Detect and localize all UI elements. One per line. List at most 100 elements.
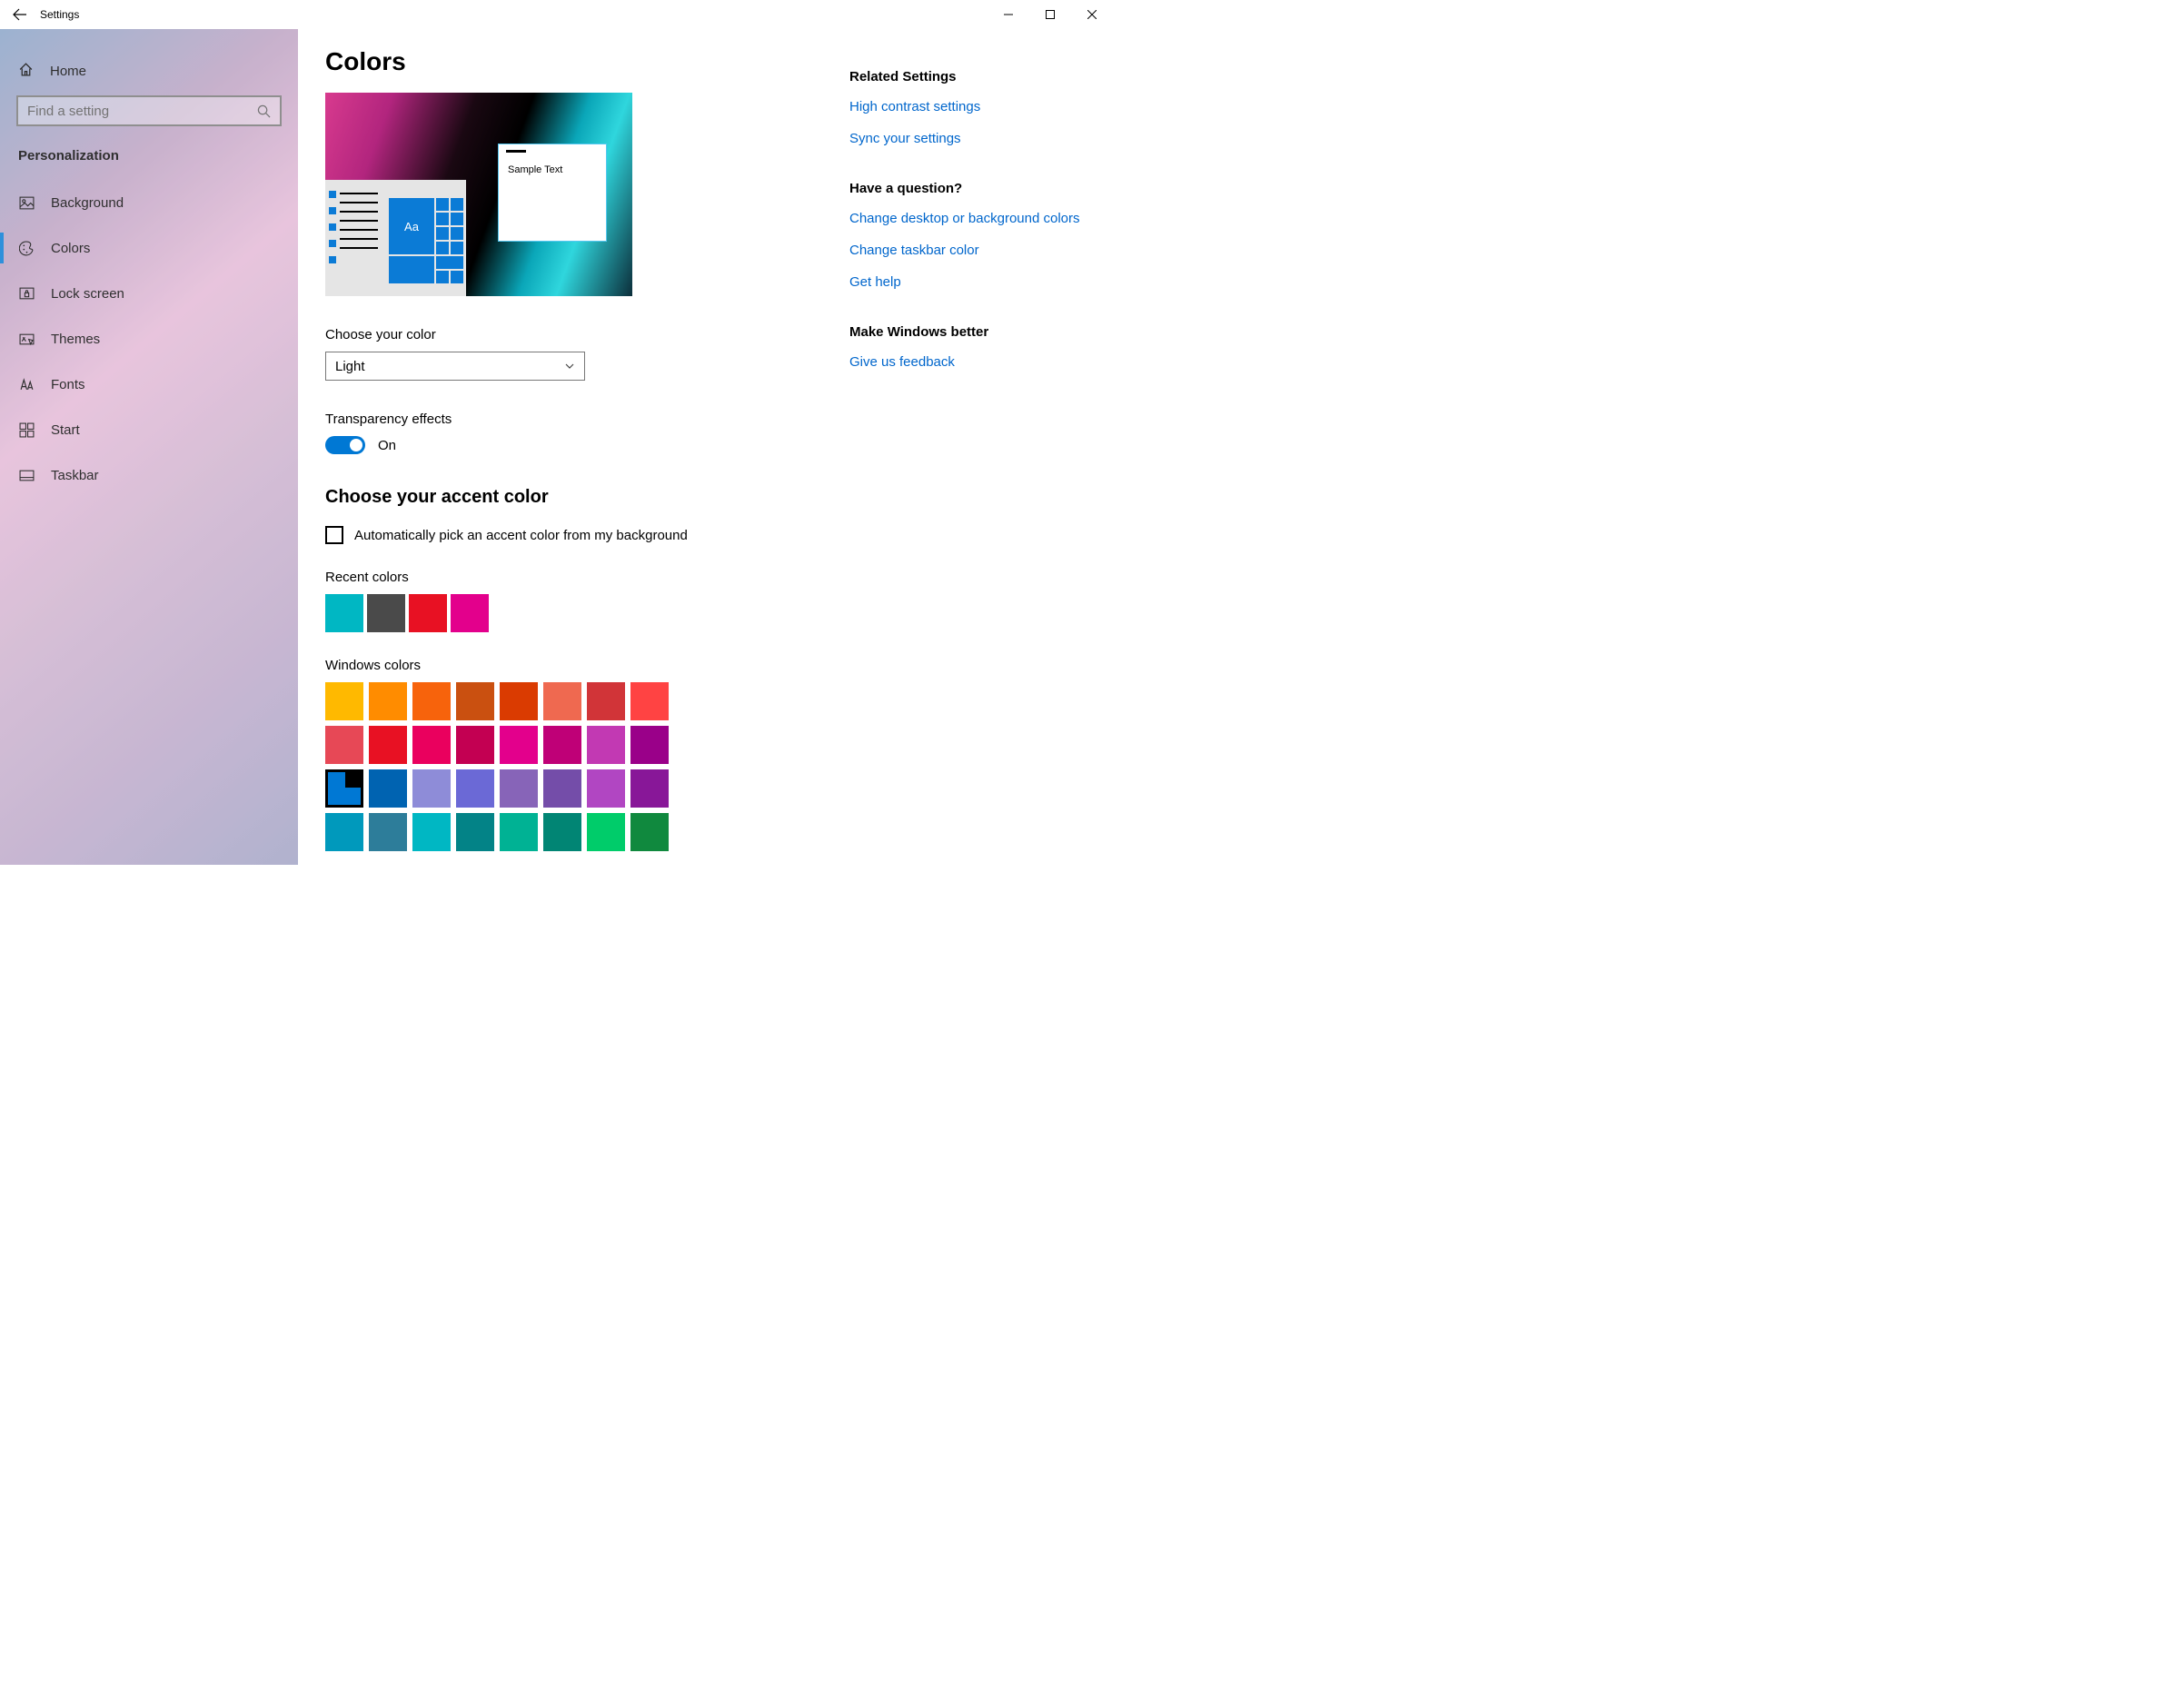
content: Colors Aa <box>325 47 831 865</box>
maximize-button[interactable] <box>1029 0 1071 29</box>
windows-color-swatch[interactable] <box>412 769 451 808</box>
sidebar-item-label: Background <box>51 195 124 211</box>
main: Colors Aa <box>298 29 1113 865</box>
windows-color-swatch[interactable] <box>543 726 581 764</box>
home-button[interactable]: Home <box>0 55 298 95</box>
windows-color-swatch[interactable] <box>587 726 625 764</box>
windows-color-swatch[interactable] <box>456 769 494 808</box>
titlebar: Settings <box>0 0 1113 29</box>
windows-color-swatch[interactable] <box>456 682 494 720</box>
windows-color-swatch[interactable] <box>369 682 407 720</box>
question-links: Change desktop or background colors Chang… <box>849 209 1086 292</box>
aside-link[interactable]: High contrast settings <box>849 97 1086 116</box>
home-label: Home <box>50 64 86 79</box>
transparency-toggle[interactable] <box>325 436 365 454</box>
related-settings-heading: Related Settings <box>849 69 1086 84</box>
transparency-label: Transparency effects <box>325 412 831 427</box>
preview-sample-text: Sample Text <box>508 164 562 175</box>
window-controls <box>988 0 1113 29</box>
windows-color-swatch[interactable] <box>369 769 407 808</box>
question-heading: Have a question? <box>849 181 1086 196</box>
windows-color-swatch[interactable] <box>500 813 538 851</box>
windows-color-swatch[interactable] <box>630 726 669 764</box>
nav-list: Background Colors Lock screen Themes Fonts St… <box>0 180 298 498</box>
lock-screen-icon <box>18 286 35 302</box>
image-icon <box>18 195 35 211</box>
recent-color-swatch[interactable] <box>409 594 447 632</box>
start-icon <box>18 422 35 438</box>
sidebar-item-colors[interactable]: Colors <box>0 225 298 271</box>
sidebar-item-themes[interactable]: Themes <box>0 316 298 362</box>
related-links: High contrast settings Sync your settings <box>849 97 1086 148</box>
sidebar: Home Personalization BackgroundColorsLoc… <box>0 29 298 865</box>
sidebar-item-start[interactable]: Start <box>0 407 298 452</box>
windows-colors-label: Windows colors <box>325 658 831 673</box>
minimize-button[interactable] <box>988 0 1029 29</box>
chevron-down-icon <box>564 361 575 372</box>
windows-color-swatch[interactable] <box>543 682 581 720</box>
windows-color-swatch[interactable] <box>500 769 538 808</box>
aside-link[interactable]: Give us feedback <box>849 352 1086 372</box>
choose-color-label: Choose your color <box>325 327 831 342</box>
aside-link[interactable]: Change taskbar color <box>849 241 1086 260</box>
sidebar-item-label: Lock screen <box>51 286 124 302</box>
close-icon <box>1087 10 1097 19</box>
fonts-icon <box>18 377 35 392</box>
preview-tile-text: Aa <box>389 198 434 254</box>
windows-color-swatch[interactable] <box>587 682 625 720</box>
windows-color-swatch[interactable] <box>412 813 451 851</box>
windows-color-swatch[interactable] <box>369 813 407 851</box>
close-button[interactable] <box>1071 0 1113 29</box>
windows-color-swatch[interactable] <box>412 726 451 764</box>
windows-color-swatch[interactable] <box>456 813 494 851</box>
windows-color-swatch[interactable] <box>325 769 363 808</box>
aside-link[interactable]: Sync your settings <box>849 129 1086 148</box>
window-title: Settings <box>40 8 79 21</box>
better-links: Give us feedback <box>849 352 1086 372</box>
page-title: Colors <box>325 47 831 76</box>
sidebar-item-lock-screen[interactable]: Lock screen <box>0 271 298 316</box>
recent-color-swatch[interactable] <box>367 594 405 632</box>
sidebar-item-label: Themes <box>51 332 100 347</box>
aside-link[interactable]: Change desktop or background colors <box>849 209 1086 228</box>
recent-colors-label: Recent colors <box>325 570 831 585</box>
themes-icon <box>18 332 35 347</box>
choose-color-select[interactable]: Light <box>325 352 585 381</box>
windows-color-swatch[interactable] <box>456 726 494 764</box>
aside-link[interactable]: Get help <box>849 273 1086 292</box>
recent-colors <box>325 594 831 632</box>
windows-color-swatch[interactable] <box>369 726 407 764</box>
maximize-icon <box>1046 10 1055 19</box>
windows-color-swatch[interactable] <box>325 813 363 851</box>
windows-color-swatch[interactable] <box>500 726 538 764</box>
windows-color-swatch[interactable] <box>543 813 581 851</box>
back-arrow-icon <box>13 7 27 22</box>
recent-color-swatch[interactable] <box>325 594 363 632</box>
windows-color-swatch[interactable] <box>500 682 538 720</box>
sidebar-item-label: Start <box>51 422 80 438</box>
windows-color-swatch[interactable] <box>587 813 625 851</box>
search-field[interactable] <box>27 104 257 119</box>
auto-pick-checkbox[interactable] <box>325 526 343 544</box>
windows-color-swatch[interactable] <box>325 682 363 720</box>
minimize-icon <box>1004 10 1013 19</box>
windows-color-swatch[interactable] <box>630 682 669 720</box>
windows-color-swatch[interactable] <box>587 769 625 808</box>
windows-color-swatch[interactable] <box>630 813 669 851</box>
sidebar-item-background[interactable]: Background <box>0 180 298 225</box>
search-icon <box>257 104 271 118</box>
windows-color-swatch[interactable] <box>630 769 669 808</box>
windows-color-swatch[interactable] <box>325 726 363 764</box>
back-button[interactable] <box>0 0 40 29</box>
sidebar-item-fonts[interactable]: Fonts <box>0 362 298 407</box>
better-heading: Make Windows better <box>849 324 1086 340</box>
auto-pick-label: Automatically pick an accent color from … <box>354 528 688 543</box>
sidebar-item-label: Taskbar <box>51 468 99 483</box>
sidebar-item-taskbar[interactable]: Taskbar <box>0 452 298 498</box>
recent-color-swatch[interactable] <box>451 594 489 632</box>
sidebar-item-label: Colors <box>51 241 90 256</box>
search-input[interactable] <box>16 95 282 126</box>
windows-color-swatch[interactable] <box>412 682 451 720</box>
theme-preview: Aa Sample Text <box>325 93 632 296</box>
windows-color-swatch[interactable] <box>543 769 581 808</box>
